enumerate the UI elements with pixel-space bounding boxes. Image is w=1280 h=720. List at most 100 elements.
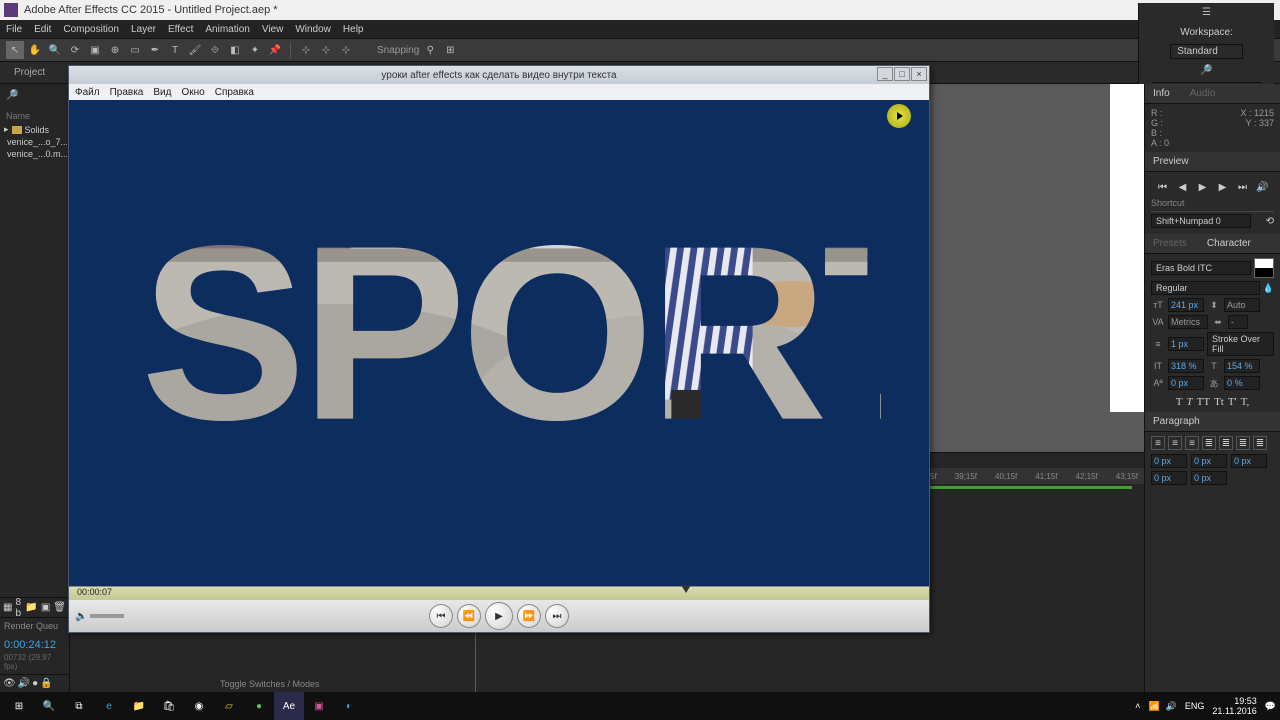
lock-col-icon[interactable]: 🔒 [40, 678, 52, 689]
eye-icon[interactable]: 👁 [3, 678, 16, 689]
justify-left-icon[interactable]: ≣ [1202, 436, 1216, 450]
paragraph-tab[interactable]: Paragraph [1153, 416, 1200, 427]
superscript-icon[interactable]: T' [1228, 396, 1237, 408]
space-after-input[interactable]: 0 px [1191, 471, 1227, 485]
ram-menu-help[interactable]: Справка [215, 87, 254, 98]
indent-left-input[interactable]: 0 px [1151, 454, 1187, 468]
chrome-icon[interactable]: ◉ [184, 692, 214, 720]
ram-menu-window[interactable]: Окно [181, 87, 204, 98]
tray-date[interactable]: 21.11.2016 [1212, 706, 1256, 716]
ram-menu-file[interactable]: Файл [75, 87, 100, 98]
project-tab[interactable]: Project [4, 64, 55, 81]
hscale-input[interactable]: 154 % [1224, 359, 1260, 373]
reset-icon[interactable]: ⟲ [1266, 216, 1274, 227]
camera-tool-icon[interactable]: ▣ [86, 41, 104, 59]
new-folder-icon[interactable]: 📁 [25, 602, 37, 613]
info-tab[interactable]: Info [1153, 88, 1170, 99]
project-name-header[interactable]: Name [2, 109, 67, 123]
faux-italic-icon[interactable]: T [1187, 396, 1193, 408]
shape-tool-icon[interactable]: ▭ [126, 41, 144, 59]
smallcaps-icon[interactable]: Tt [1214, 396, 1224, 408]
tray-up-icon[interactable]: ˄ [1135, 701, 1140, 711]
ram-first-button[interactable]: ⏮ [429, 604, 453, 628]
ram-minimize-button[interactable]: _ [877, 67, 893, 81]
app-pink-icon[interactable]: ▣ [304, 692, 334, 720]
allcaps-icon[interactable]: TT [1197, 396, 1210, 408]
pan-behind-tool-icon[interactable]: ⊕ [106, 41, 124, 59]
timeline-timecode[interactable]: 0:00:24:12 [0, 637, 69, 653]
menu-window[interactable]: Window [295, 24, 331, 35]
ram-menu-view[interactable]: Вид [153, 87, 171, 98]
leading-input[interactable]: Auto [1224, 298, 1260, 312]
app-green-icon[interactable]: ● [244, 692, 274, 720]
presets-tab[interactable]: Presets [1153, 238, 1187, 249]
font-style-dropdown[interactable]: Regular [1151, 281, 1260, 295]
pen-tool-icon[interactable]: ✒ [146, 41, 164, 59]
volume-icon[interactable]: 🔈 [75, 611, 87, 622]
fill-stroke-swatch[interactable] [1254, 258, 1274, 278]
preview-prev-icon[interactable]: ◀ [1176, 180, 1190, 194]
project-item-comp[interactable]: venice_...o_7... [2, 136, 67, 148]
search-panel-icon[interactable]: 🔎 [6, 90, 18, 101]
menu-composition[interactable]: Composition [63, 24, 119, 35]
snap-opt2-icon[interactable]: ⊞ [441, 41, 459, 59]
start-button[interactable]: ⊞ [4, 692, 34, 720]
faux-bold-icon[interactable]: T [1176, 396, 1183, 408]
sync-icon[interactable]: ☰ [1198, 3, 1216, 21]
stroke-mode-dropdown[interactable]: Stroke Over Fill [1207, 332, 1274, 356]
tray-time[interactable]: 19:53 [1212, 696, 1256, 706]
ram-menu-edit[interactable]: Правка [110, 87, 144, 98]
ram-maximize-button[interactable]: □ [894, 67, 910, 81]
project-item-solids[interactable]: ▸Solids [2, 123, 67, 136]
preview-first-icon[interactable]: ⏮ [1156, 180, 1170, 194]
snapping-label[interactable]: Snapping [377, 45, 419, 56]
font-size-input[interactable]: 241 px [1168, 298, 1204, 312]
edge-icon[interactable]: e [94, 692, 124, 720]
ram-forward-button[interactable]: ⏩ [517, 604, 541, 628]
tray-network-icon[interactable]: 📶 [1148, 701, 1159, 712]
kerning-input[interactable]: Metrics [1168, 315, 1208, 329]
aftereffects-taskbar-icon[interactable]: Ae [274, 692, 304, 720]
tsume-input[interactable]: 0 % [1224, 376, 1260, 390]
align-right-icon[interactable]: ≡ [1185, 436, 1199, 450]
eraser-tool-icon[interactable]: ◧ [226, 41, 244, 59]
rotate-tool-icon[interactable]: ⟳ [66, 41, 84, 59]
eyedropper-icon[interactable]: 💧 [1263, 283, 1274, 294]
bpc-icon[interactable]: 8 b [15, 597, 22, 619]
menu-layer[interactable]: Layer [131, 24, 156, 35]
ram-last-button[interactable]: ⏭ [545, 604, 569, 628]
project-item-mov[interactable]: venice_...0.m... [2, 148, 67, 160]
align-left-icon[interactable]: ≡ [1151, 436, 1165, 450]
justify-right-icon[interactable]: ≣ [1236, 436, 1250, 450]
snap-opt-icon[interactable]: ⚲ [421, 41, 439, 59]
font-family-dropdown[interactable]: Eras Bold ITC [1151, 261, 1251, 275]
tracking-input[interactable]: - [1228, 315, 1248, 329]
menu-effect[interactable]: Effect [168, 24, 193, 35]
ram-preview-marker-icon[interactable] [681, 585, 691, 593]
audio-tab[interactable]: Audio [1190, 88, 1216, 99]
explorer-icon[interactable]: 📁 [124, 692, 154, 720]
indent-first-input[interactable]: 0 px [1191, 454, 1227, 468]
menu-help[interactable]: Help [343, 24, 364, 35]
vscale-input[interactable]: 318 % [1168, 359, 1204, 373]
hand-tool-icon[interactable]: ✋ [26, 41, 44, 59]
axis3-tool-icon[interactable]: ⊹ [337, 41, 355, 59]
volume-slider[interactable] [90, 614, 124, 618]
preview-next-icon[interactable]: ▶ [1216, 180, 1230, 194]
preview-last-icon[interactable]: ⏭ [1236, 180, 1250, 194]
store-icon[interactable]: 🛍 [154, 692, 184, 720]
puppet-tool-icon[interactable]: 📌 [266, 41, 284, 59]
axis2-tool-icon[interactable]: ⊹ [317, 41, 335, 59]
indent-right-input[interactable]: 0 px [1231, 454, 1267, 468]
character-tab[interactable]: Character [1207, 238, 1251, 249]
text-tool-icon[interactable]: T [166, 41, 184, 59]
menu-animation[interactable]: Animation [205, 24, 249, 35]
search-taskbar-icon[interactable]: 🔍 [34, 692, 64, 720]
axis-tool-icon[interactable]: ⊹ [297, 41, 315, 59]
preview-tab[interactable]: Preview [1153, 156, 1189, 167]
ram-preview-timebar[interactable]: 00:00:07 [69, 586, 929, 600]
interpret-icon[interactable]: ▦ [3, 602, 12, 613]
render-queue-tab[interactable]: Render Queu [0, 617, 69, 637]
shortcut-dropdown[interactable]: Shift+Numpad 0 [1151, 214, 1251, 228]
sticky-icon[interactable]: ▱ [214, 692, 244, 720]
